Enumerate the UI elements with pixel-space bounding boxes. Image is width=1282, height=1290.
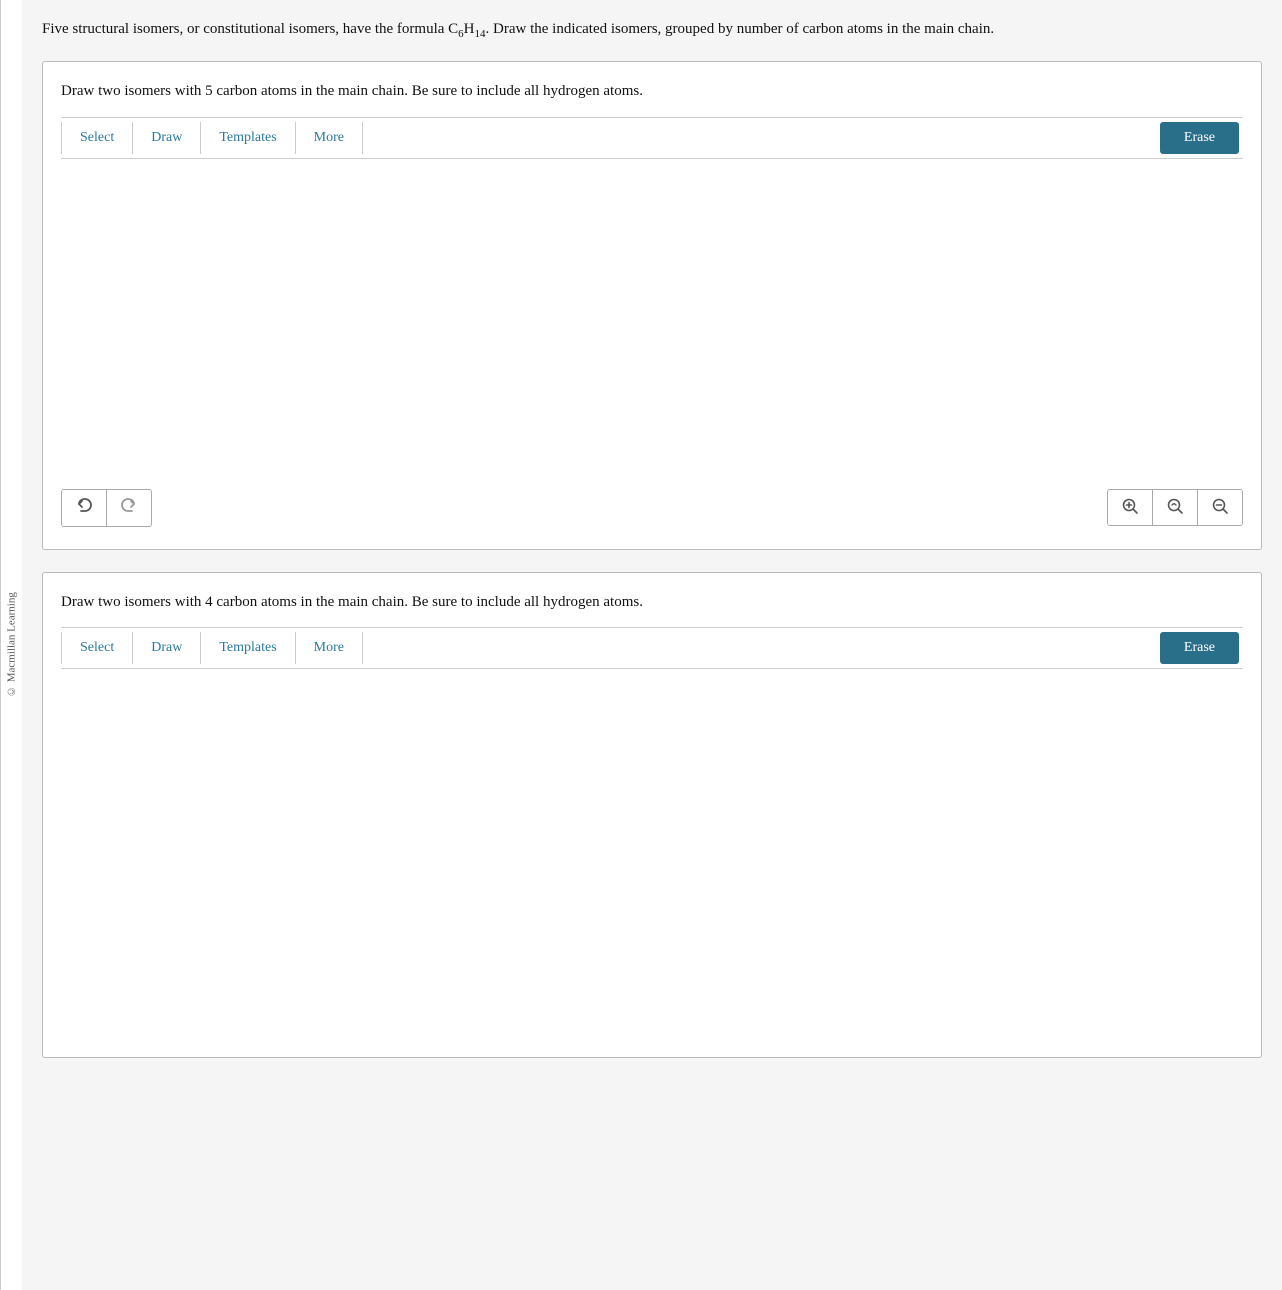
page-wrapper: © Macmillan Learning Five structural iso… [0, 0, 1282, 1290]
panel-2-more-button[interactable]: More [296, 632, 363, 664]
panel-1-undo-redo-group [61, 489, 152, 527]
panel-1-toolbar: Select Draw Templates More Erase [61, 117, 1243, 159]
panel-1-templates-button[interactable]: Templates [201, 122, 295, 154]
panel-1-undo-button[interactable] [62, 490, 107, 526]
panel-1-zoom-out-button[interactable] [1198, 490, 1242, 525]
panel-1-zoom-reset-button[interactable] [1153, 490, 1198, 525]
sidebar-label-text: © Macmillan Learning [6, 593, 18, 698]
panel-2-drawing-area[interactable] [61, 669, 1243, 1039]
main-content: Five structural isomers, or constitution… [22, 0, 1282, 1290]
panel-1-controls [61, 479, 1243, 531]
panel-1-question: Draw two isomers with 5 carbon atoms in … [61, 80, 1243, 103]
panel-1-zoom-in-button[interactable] [1108, 490, 1153, 525]
intro-text-after: . Draw the indicated isomers, grouped by… [486, 21, 995, 37]
panel-2-select-button[interactable]: Select [61, 632, 133, 664]
intro-h: H [464, 21, 475, 37]
panel-2: Draw two isomers with 4 carbon atoms in … [42, 572, 1262, 1059]
sidebar-copyright: © Macmillan Learning [0, 0, 22, 1290]
panel-2-question: Draw two isomers with 4 carbon atoms in … [61, 591, 1243, 614]
intro-h-subscript: 14 [475, 28, 486, 40]
panel-2-draw-button[interactable]: Draw [133, 632, 201, 664]
panel-1-more-button[interactable]: More [296, 122, 363, 154]
intro-paragraph: Five structural isomers, or constitution… [42, 18, 1262, 43]
panel-1-draw-button[interactable]: Draw [133, 122, 201, 154]
panel-1-redo-button[interactable] [107, 490, 151, 526]
panel-1-select-button[interactable]: Select [61, 122, 133, 154]
panel-2-erase-button[interactable]: Erase [1160, 632, 1239, 664]
panel-1: Draw two isomers with 5 carbon atoms in … [42, 61, 1262, 550]
intro-text-before: Five structural isomers, or constitution… [42, 21, 458, 37]
panel-1-zoom-group [1107, 489, 1243, 526]
panel-2-templates-button[interactable]: Templates [201, 632, 295, 664]
panel-1-erase-button[interactable]: Erase [1160, 122, 1239, 154]
panel-2-toolbar: Select Draw Templates More Erase [61, 627, 1243, 669]
panel-1-drawing-area[interactable] [61, 159, 1243, 479]
